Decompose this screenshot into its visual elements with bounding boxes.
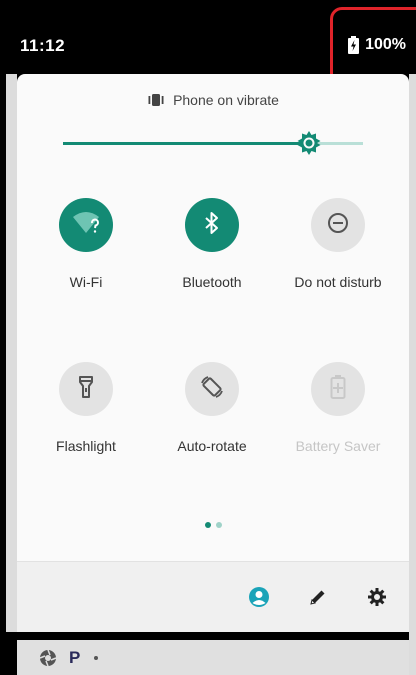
- tile-battery-saver: Battery Saver: [278, 362, 398, 454]
- aperture-icon: [39, 649, 57, 667]
- tile-label: Flashlight: [56, 438, 116, 454]
- battery-saver-tile-button: [311, 362, 365, 416]
- edit-pencil-icon[interactable]: [305, 584, 331, 610]
- brightness-sun-icon[interactable]: [296, 130, 322, 156]
- quick-settings-panel: Phone on vibrate Wi-Fi Bluetooth Do not …: [17, 74, 409, 632]
- page-dot-active[interactable]: [204, 522, 211, 528]
- brightness-slider[interactable]: [63, 131, 363, 155]
- background-edge-right: [409, 74, 416, 675]
- notification-peek[interactable]: P: [17, 640, 409, 675]
- user-account-icon[interactable]: [246, 584, 272, 610]
- quick-settings-footer: [17, 561, 409, 632]
- parking-p-icon: P: [69, 647, 81, 667]
- tile-wifi[interactable]: Wi-Fi: [26, 198, 146, 290]
- ringer-mode-label: Phone on vibrate: [173, 92, 279, 108]
- tile-label: Auto-rotate: [177, 438, 247, 454]
- flashlight-icon: [76, 375, 96, 404]
- quick-settings-screen: 11:12 100% Phone on vibrate Wi-Fi Blueto…: [0, 0, 416, 675]
- bluetooth-tile-button[interactable]: [185, 198, 239, 252]
- tile-label: Wi-Fi: [69, 274, 103, 290]
- status-time: 11:12: [20, 36, 66, 55]
- tile-label: Do not disturb: [294, 274, 382, 290]
- wifi-tile-button[interactable]: [59, 198, 113, 252]
- vibrate-icon: [147, 93, 165, 107]
- auto-rotate-tile-button[interactable]: [185, 362, 239, 416]
- dnd-tile-button[interactable]: [311, 198, 365, 252]
- tile-do-not-disturb[interactable]: Do not disturb: [278, 198, 398, 290]
- bluetooth-icon: [202, 211, 222, 240]
- page-dot-inactive[interactable]: [215, 522, 222, 528]
- flashlight-tile-button[interactable]: [59, 362, 113, 416]
- auto-rotate-icon: [199, 374, 225, 405]
- dot-icon: [94, 655, 99, 660]
- wifi-question-icon: [72, 211, 100, 240]
- tile-bluetooth[interactable]: Bluetooth: [152, 198, 272, 290]
- page-indicator: [17, 522, 409, 528]
- background-edge-left: [6, 74, 17, 632]
- do-not-disturb-icon: [326, 211, 350, 240]
- brightness-track-filled: [63, 142, 309, 145]
- tile-flashlight[interactable]: Flashlight: [26, 362, 146, 454]
- battery-saver-icon: [330, 374, 346, 405]
- tile-auto-rotate[interactable]: Auto-rotate: [152, 362, 272, 454]
- tile-label: Battery Saver: [295, 438, 381, 454]
- tile-label: Bluetooth: [182, 274, 242, 290]
- ringer-mode-row[interactable]: Phone on vibrate: [17, 92, 409, 108]
- settings-gear-icon[interactable]: [364, 584, 390, 610]
